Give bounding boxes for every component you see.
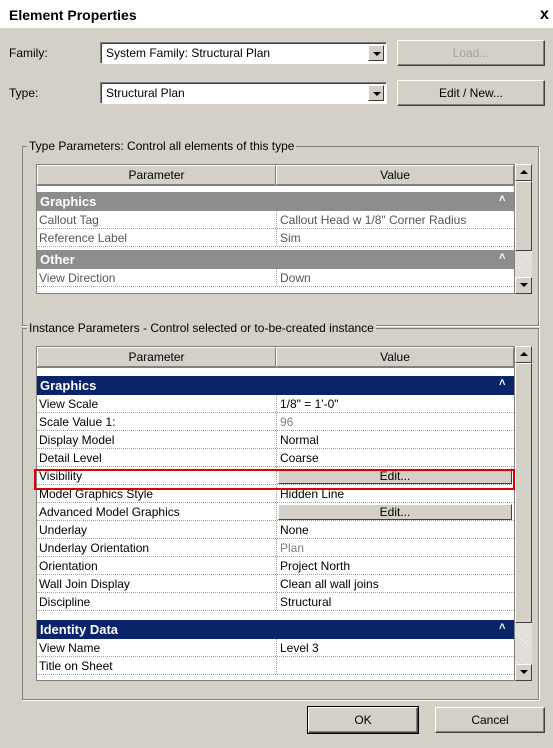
collapse-icon[interactable]: ˄ <box>499 193 505 205</box>
chevron-down-icon[interactable] <box>368 85 384 101</box>
table-row[interactable]: Detail Level Coarse <box>37 449 514 467</box>
type-select[interactable]: Structural Plan <box>100 82 387 104</box>
load-button[interactable]: Load... <box>397 40 545 66</box>
family-select[interactable]: System Family: Structural Plan <box>100 42 387 64</box>
category-identity-data[interactable]: Identity Data ˄ <box>37 620 514 639</box>
table-row[interactable]: View Direction Down <box>37 269 514 287</box>
title-bar: Element Properties x <box>0 0 553 28</box>
scroll-up-icon[interactable] <box>515 164 532 181</box>
table-row[interactable]: Title on Sheet <box>37 657 514 675</box>
table-row[interactable]: View Name Level 3 <box>37 639 514 657</box>
family-value: System Family: Structural Plan <box>106 46 271 60</box>
instance-parameters-grid: Parameter Value Graphics ˄ View Scale 1/… <box>36 346 515 681</box>
table-row[interactable]: Underlay None <box>37 521 514 539</box>
scroll-up-icon[interactable] <box>515 346 532 363</box>
scroll-thumb[interactable] <box>515 363 532 623</box>
scroll-down-icon[interactable] <box>515 277 532 294</box>
table-row[interactable]: Underlay Orientation Plan <box>37 539 514 557</box>
collapse-icon[interactable]: ˄ <box>499 251 505 263</box>
window-title: Element Properties <box>9 7 137 23</box>
scroll-down-icon[interactable] <box>515 664 532 681</box>
table-row[interactable]: Display Model Normal <box>37 431 514 449</box>
instance-parameters-title: Instance Parameters - Control selected o… <box>27 321 376 335</box>
parameter-column-header[interactable]: Parameter <box>37 347 276 367</box>
scroll-thumb[interactable] <box>515 181 532 251</box>
element-properties-dialog: Family: System Family: Structural Plan L… <box>0 28 553 748</box>
instance-scrollbar[interactable] <box>515 346 532 681</box>
table-row[interactable]: Callout Tag Callout Head w 1/8" Corner R… <box>37 211 514 229</box>
type-grid-header: Parameter Value <box>37 165 514 186</box>
type-value: Structural Plan <box>106 86 185 100</box>
table-row[interactable]: Scale Value 1: 96 <box>37 413 514 431</box>
value-column-header[interactable]: Value <box>276 347 514 367</box>
instance-grid-header: Parameter Value <box>37 347 514 368</box>
advanced-model-graphics-edit-button[interactable]: Edit... <box>278 504 512 520</box>
category-graphics[interactable]: Graphics ˄ <box>37 192 514 211</box>
type-parameters-title: Type Parameters: Control all elements of… <box>27 139 297 153</box>
chevron-down-icon[interactable] <box>368 45 384 61</box>
table-row[interactable]: Orientation Project North <box>37 557 514 575</box>
collapse-icon[interactable]: ˄ <box>499 621 505 633</box>
close-icon[interactable]: x <box>540 6 549 24</box>
type-label: Type: <box>9 86 39 100</box>
edit-new-button[interactable]: Edit / New... <box>397 80 545 106</box>
type-parameters-grid: Parameter Value Graphics ˄ Callout Tag C… <box>36 164 515 294</box>
cancel-button[interactable]: Cancel <box>435 707 545 733</box>
collapse-icon[interactable]: ˄ <box>499 377 505 389</box>
family-label: Family: <box>9 46 48 60</box>
table-row[interactable]: Wall Join Display Clean all wall joins <box>37 575 514 593</box>
category-graphics[interactable]: Graphics ˄ <box>37 376 514 395</box>
table-row[interactable]: View Scale 1/8" = 1'-0" <box>37 395 514 413</box>
table-row[interactable]: Reference Label Sim <box>37 229 514 247</box>
category-other[interactable]: Other ˄ <box>37 250 514 269</box>
parameter-column-header[interactable]: Parameter <box>37 165 276 185</box>
table-row[interactable]: Advanced Model Graphics Edit... <box>37 503 514 521</box>
value-column-header[interactable]: Value <box>276 165 514 185</box>
table-row[interactable]: Discipline Structural <box>37 593 514 611</box>
ok-button[interactable]: OK <box>307 706 419 734</box>
visibility-highlight <box>34 469 515 490</box>
type-scrollbar[interactable] <box>515 164 532 294</box>
